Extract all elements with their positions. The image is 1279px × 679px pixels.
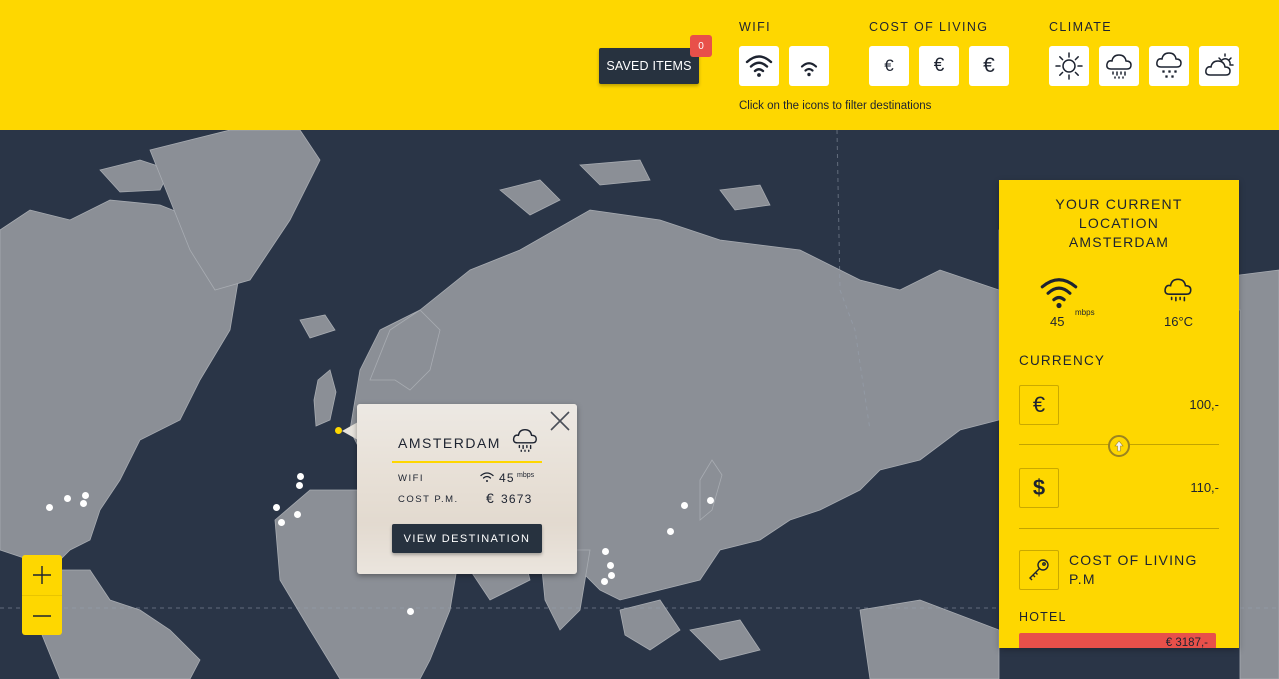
wifi-strong-icon (745, 55, 773, 77)
popup-city-name: AMSTERDAM (398, 435, 501, 451)
map-marker[interactable] (46, 504, 53, 511)
euro-icon: € (983, 54, 995, 77)
top-bar: SAVED ITEMS 0 WIFI COST OF LIVING CLIMAT… (0, 0, 1279, 130)
currency-label: CURRENCY (1019, 353, 1106, 368)
wifi-icon (1040, 278, 1078, 309)
hotel-cost-bar: € 3187,- (1019, 633, 1216, 648)
map-marker[interactable] (608, 572, 615, 579)
currency-slider-handle[interactable] (1108, 435, 1130, 457)
arrow-up-icon (1114, 440, 1124, 452)
panel-title-line: YOUR CURRENT (1055, 196, 1183, 212)
current-location-panel: YOUR CURRENT LOCATION AMSTERDAM 45 mbps … (999, 180, 1239, 648)
wifi-medium-filter-button[interactable] (789, 46, 829, 86)
map-marker[interactable] (407, 608, 414, 615)
hotel-label: HOTEL (1019, 610, 1067, 624)
euro-icon: € (884, 56, 894, 75)
climate-snow-filter-button[interactable] (1149, 46, 1189, 86)
rain-cloud-icon (1106, 54, 1132, 79)
cost-of-living-title-line: P.M (1069, 571, 1096, 587)
map-marker[interactable] (707, 497, 714, 504)
panel-title-city: AMSTERDAM (1068, 234, 1170, 250)
euro-icon: € (1032, 392, 1046, 417)
popup-pointer (342, 422, 358, 440)
climate-sunny-filter-button[interactable] (1049, 46, 1089, 86)
map-marker[interactable] (296, 482, 303, 489)
popup-cost-value: 3673 (501, 492, 533, 506)
wifi-filter-title: WIFI (739, 20, 771, 34)
destination-popup: AMSTERDAM WIFI 45 mbps COST P.M. € 3673 … (357, 404, 577, 574)
saved-items-count-badge: 0 (690, 35, 712, 57)
map-marker[interactable] (681, 502, 688, 509)
panel-title-line: LOCATION (1078, 215, 1160, 231)
panel-divider (1019, 528, 1219, 529)
plus-icon (33, 566, 51, 584)
map-marker[interactable] (82, 492, 89, 499)
map-marker[interactable] (80, 500, 87, 507)
cost-of-living-title: COST OF LIVING P.M (1069, 551, 1198, 589)
cost-high-filter-button[interactable]: € (969, 46, 1009, 86)
popup-divider (392, 461, 542, 463)
euro-icon: € (486, 490, 495, 506)
map-marker[interactable] (297, 473, 304, 480)
currency-from-value: 100,- (1189, 397, 1219, 412)
saved-items-button[interactable]: SAVED ITEMS (599, 48, 699, 84)
map-marker-amsterdam[interactable] (335, 427, 342, 434)
popup-wifi-value: 45 (499, 471, 515, 485)
saved-items-label: SAVED ITEMS (606, 59, 692, 73)
map-marker[interactable] (602, 548, 609, 555)
sun-icon (1055, 52, 1083, 80)
map-marker[interactable] (278, 519, 285, 526)
dollar-currency-selector[interactable]: $ (1019, 468, 1059, 508)
key-icon-box (1019, 550, 1059, 590)
climate-partly-cloudy-filter-button[interactable] (1199, 46, 1239, 86)
snow-cloud-icon (1156, 52, 1182, 78)
wifi-icon (480, 472, 494, 482)
currency-to-value: 110,- (1190, 480, 1219, 495)
rain-cloud-icon (512, 428, 537, 452)
close-icon[interactable] (549, 410, 571, 432)
minus-icon (33, 614, 51, 617)
euro-currency-selector[interactable]: € (1019, 385, 1059, 425)
climate-rain-filter-button[interactable] (1099, 46, 1139, 86)
cost-low-filter-button[interactable]: € (869, 46, 909, 86)
cost-medium-filter-button[interactable]: € (919, 46, 959, 86)
panel-title: YOUR CURRENT LOCATION AMSTERDAM (999, 195, 1239, 252)
wifi-medium-icon (800, 62, 818, 77)
partly-cloudy-icon (1205, 53, 1234, 76)
euro-icon: € (933, 55, 945, 76)
panel-wifi-value: 45 (1050, 314, 1065, 329)
climate-filter-title: CLIMATE (1049, 20, 1113, 34)
zoom-out-button[interactable] (22, 595, 62, 635)
view-destination-button[interactable]: VIEW DESTINATION (392, 524, 542, 553)
dollar-icon: $ (1032, 475, 1046, 500)
map-marker[interactable] (607, 562, 614, 569)
cost-filter-title: COST OF LIVING (869, 20, 989, 34)
popup-wifi-unit: mbps (517, 472, 535, 479)
zoom-in-button[interactable] (22, 555, 62, 595)
popup-cost-label: COST P.M. (398, 494, 459, 505)
popup-wifi-label: WIFI (398, 473, 425, 484)
map-marker[interactable] (294, 511, 301, 518)
map-marker[interactable] (667, 528, 674, 535)
key-icon (1029, 559, 1049, 581)
filter-hint: Click on the icons to filter destination… (739, 100, 932, 112)
wifi-strong-filter-button[interactable] (739, 46, 779, 86)
zoom-controls (22, 555, 62, 635)
panel-wifi-unit: mbps (1075, 308, 1095, 317)
rain-cloud-icon (1164, 278, 1192, 302)
map-marker[interactable] (64, 495, 71, 502)
cost-of-living-title-line: COST OF LIVING (1069, 552, 1198, 568)
map-marker[interactable] (601, 578, 608, 585)
panel-temperature: 16°C (1164, 314, 1194, 329)
map-marker[interactable] (273, 504, 280, 511)
